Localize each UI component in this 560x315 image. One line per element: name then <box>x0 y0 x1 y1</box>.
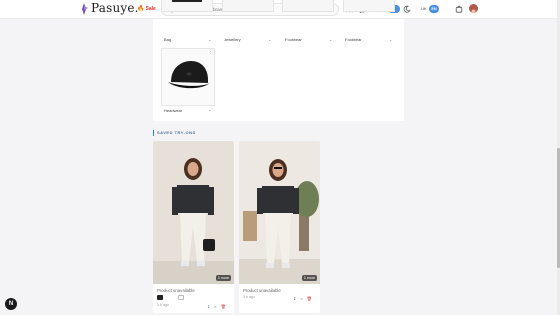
tryon-photo <box>239 141 320 284</box>
category-label: Footwear <box>345 37 362 42</box>
chevron-down-icon[interactable]: ⌄ <box>389 37 392 42</box>
user-avatar[interactable] <box>469 4 478 13</box>
share-icon[interactable]: < <box>300 296 302 301</box>
bag-icon[interactable] <box>455 5 463 13</box>
chevron-down-icon[interactable]: ⌄ <box>208 37 211 42</box>
category-card-footwear-2[interactable] <box>343 0 395 12</box>
share-icon[interactable]: < <box>214 304 216 309</box>
top-header: Pasuye. 🔥 Sale 0 UK EN <box>0 0 560 19</box>
card-actions: ↧ < 🗑 <box>293 296 312 301</box>
tryon-card[interactable]: 1 more Product unavailable 3 h ago ↧ < 🗑 <box>153 141 234 313</box>
corner-badge[interactable]: N <box>5 298 17 310</box>
download-icon[interactable]: ↧ <box>207 304 210 309</box>
cap-image <box>168 61 210 89</box>
section-title-saved-tryons: SAVED TRY-ONS <box>153 130 196 136</box>
tryon-card[interactable]: 1 more Product unavailable 3 h ago ↧ < 🗑 <box>239 141 320 313</box>
brand-logo-icon[interactable] <box>79 3 89 15</box>
delete-icon[interactable]: 🗑 <box>307 296 312 301</box>
sale-label: Sale <box>145 5 156 12</box>
avatar-image <box>471 9 476 13</box>
card-actions: ↧ < 🗑 <box>207 304 226 309</box>
chevron-down-icon[interactable]: ⌄ <box>329 37 332 42</box>
product-status: Product unavailable <box>243 288 281 293</box>
sale-link[interactable]: 🔥 Sale <box>137 5 156 13</box>
more-options-icon[interactable]: ⋮ <box>208 50 213 55</box>
product-thumbnail[interactable] <box>178 295 184 300</box>
region-selector[interactable]: UK <box>421 6 427 11</box>
timestamp: 3 h ago <box>243 295 255 299</box>
tryon-photo <box>153 141 234 284</box>
more-count-badge: 1 more <box>301 275 317 281</box>
chevron-down-icon[interactable]: ⌄ <box>268 37 271 42</box>
category-label: Bag <box>164 37 172 42</box>
delete-icon[interactable]: 🗑 <box>221 304 226 309</box>
language-pill[interactable]: EN <box>429 5 439 13</box>
download-icon[interactable]: ↧ <box>293 296 296 301</box>
bag-strap <box>172 0 202 2</box>
headwear-card[interactable] <box>161 48 215 106</box>
category-card-footwear[interactable] <box>282 0 334 12</box>
more-count-badge: 1 more <box>215 275 231 281</box>
brand-name[interactable]: Pasuye. <box>91 1 139 15</box>
moon-icon[interactable] <box>403 5 411 13</box>
category-label-headwear: Headwear <box>164 108 183 113</box>
category-label: Jewellery <box>224 37 241 42</box>
flame-icon: 🔥 <box>137 6 145 12</box>
chevron-down-icon[interactable]: ⌄ <box>208 107 211 112</box>
category-label: Footwear <box>285 37 302 42</box>
category-card-bag[interactable] <box>161 0 213 12</box>
timestamp: 3 h ago <box>157 303 169 307</box>
product-status: Product unavailable <box>157 288 195 293</box>
product-thumbnail[interactable] <box>157 295 163 300</box>
category-card-jewellery[interactable] <box>222 0 274 12</box>
